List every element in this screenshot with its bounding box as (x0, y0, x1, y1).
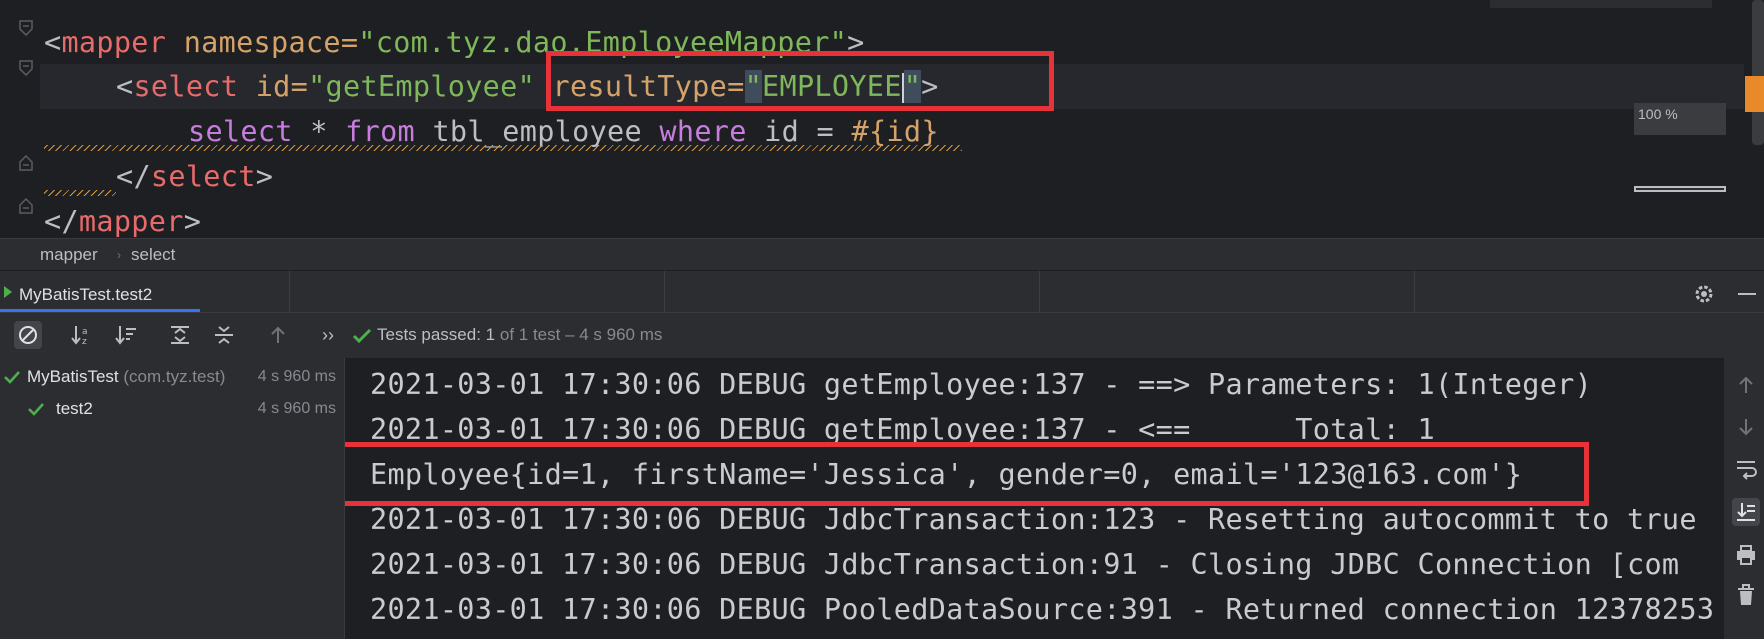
check-icon (28, 403, 44, 416)
token-quote-highlight: " (903, 70, 922, 103)
gear-icon[interactable] (1692, 282, 1716, 311)
minimize-icon[interactable] (1738, 293, 1756, 295)
token-tag: mapper (78, 205, 184, 238)
code-line-mapper-close[interactable]: </mapper> (44, 199, 201, 238)
collapse-all-icon[interactable] (210, 321, 238, 349)
sort-alphabetically-icon[interactable]: az (68, 321, 96, 349)
fold-open-icon[interactable] (19, 20, 33, 36)
more-actions-icon[interactable]: ›› (314, 321, 342, 349)
code-editor[interactable]: <mapper namespace="com.tyz.dao.EmployeeM… (0, 0, 1764, 238)
test-tree: MyBatisTest (com.tyz.test) 4 s 960 ms te… (0, 358, 344, 639)
token: </ (116, 160, 151, 193)
fold-open-icon[interactable] (19, 60, 33, 76)
editor-scrollbar-thumb[interactable] (1752, 0, 1764, 145)
zoom-indicator[interactable]: 100 % (1634, 103, 1726, 135)
scroll-to-end-icon[interactable] (1732, 498, 1760, 526)
tree-item-label: test2 (56, 399, 93, 418)
token-attr: namespace= (166, 26, 359, 59)
warning-squiggle (44, 190, 116, 196)
breadcrumb: mapper › select (0, 238, 1764, 270)
console-line: 2021-03-01 17:30:06 DEBUG getEmployee:13… (370, 413, 1435, 446)
print-icon[interactable] (1735, 544, 1757, 566)
test-status: Tests passed: 1 of 1 test – 4 s 960 ms (377, 325, 662, 345)
token: * (292, 115, 346, 148)
test-toolbar: az ›› Tests passed: 1 of 1 test – 4 s 96… (0, 312, 1764, 356)
tree-item-label: MyBatisTest (com.tyz.test) (27, 367, 225, 387)
token-quote-highlight: " (744, 70, 763, 103)
console-output[interactable]: 2021-03-01 17:30:06 DEBUG getEmployee:13… (344, 358, 1724, 639)
token-tag: mapper (61, 26, 167, 59)
previous-failed-icon[interactable] (264, 321, 292, 349)
breadcrumb-item-mapper[interactable]: mapper (40, 245, 98, 265)
token: < (44, 26, 62, 59)
fold-close-icon[interactable] (19, 198, 33, 214)
arrow-down-icon[interactable] (1735, 416, 1757, 438)
tree-item-test-class[interactable]: MyBatisTest (com.tyz.test) 4 s 960 ms (0, 362, 344, 392)
token-attr: id= (238, 70, 309, 103)
svg-text:a: a (82, 327, 88, 337)
run-icon (4, 286, 12, 298)
status-prefix: Tests passed: (377, 325, 486, 344)
console-line: 2021-03-01 17:30:06 DEBUG JdbcTransactio… (370, 503, 1697, 536)
divider (289, 271, 290, 313)
warning-squiggle (44, 145, 962, 151)
package-name: (com.tyz.test) (118, 367, 226, 386)
token: < (116, 70, 134, 103)
token: > (183, 205, 202, 238)
token-param: #{id} (851, 115, 939, 148)
token-keyword: where (659, 115, 747, 148)
console-line: 2021-03-01 17:30:06 DEBUG PooledDataSour… (370, 593, 1715, 626)
arrow-up-icon[interactable] (1735, 374, 1757, 396)
zoom-slider[interactable] (1634, 186, 1726, 192)
token-string: "com.tyz.dao.EmployeeMapper" (358, 26, 848, 59)
console-line: Employee{id=1, firstName='Jessica', gend… (370, 458, 1523, 491)
token-string: "getEmployee" (308, 70, 536, 103)
status-count: 1 (485, 325, 496, 344)
run-tool-tabs: MyBatisTest.test2 (0, 270, 1764, 313)
code-line-select-open[interactable]: <select id="getEmployee" resultType="EMP… (116, 64, 939, 109)
divider (1039, 271, 1040, 313)
breadcrumb-separator-icon: › (117, 248, 121, 262)
tree-item-test-method[interactable]: test2 4 s 960 ms (0, 394, 344, 424)
token: > (255, 160, 274, 193)
token-keyword: from (345, 115, 415, 148)
divider (1414, 271, 1415, 313)
sort-by-duration-icon[interactable] (112, 321, 140, 349)
code-line-select-close[interactable]: </select> (116, 154, 273, 199)
token-keyword: select (188, 115, 293, 148)
run-tab-label: MyBatisTest.test2 (19, 285, 153, 304)
editor-gutter (0, 0, 40, 238)
show-passed-icon[interactable] (14, 321, 42, 349)
tab-run-config[interactable]: MyBatisTest.test2 (0, 271, 200, 313)
token-attr: resultType= (535, 70, 745, 103)
expand-all-icon[interactable] (166, 321, 194, 349)
editor-tab-edge (1490, 0, 1712, 8)
token-string: EMPLOYEE (762, 70, 902, 103)
token-tag: select (150, 160, 256, 193)
token-tag: select (133, 70, 239, 103)
soft-wrap-icon[interactable] (1735, 458, 1757, 480)
duration: 4 s 960 ms (257, 368, 336, 385)
trash-icon[interactable] (1735, 584, 1757, 606)
token: tbl_employee (415, 115, 660, 148)
svg-text:z: z (82, 337, 87, 346)
token: id = (746, 115, 852, 148)
duration: 4 s 960 ms (257, 400, 336, 417)
fold-close-icon[interactable] (19, 155, 33, 171)
error-stripe-marker[interactable] (1745, 76, 1764, 112)
console-line: 2021-03-01 17:30:06 DEBUG JdbcTransactio… (370, 548, 1680, 581)
status-suffix: of 1 test – 4 s 960 ms (495, 325, 663, 344)
divider (664, 271, 665, 313)
token: > (921, 70, 939, 103)
code-line-mapper-open[interactable]: <mapper namespace="com.tyz.dao.EmployeeM… (44, 20, 865, 65)
token: </ (44, 205, 79, 238)
breadcrumb-item-select[interactable]: select (131, 245, 175, 265)
console-line: 2021-03-01 17:30:06 DEBUG getEmployee:13… (370, 368, 1593, 401)
token: > (847, 26, 865, 59)
class-name: MyBatisTest (27, 367, 119, 386)
check-icon (4, 371, 20, 384)
check-icon (352, 327, 372, 350)
